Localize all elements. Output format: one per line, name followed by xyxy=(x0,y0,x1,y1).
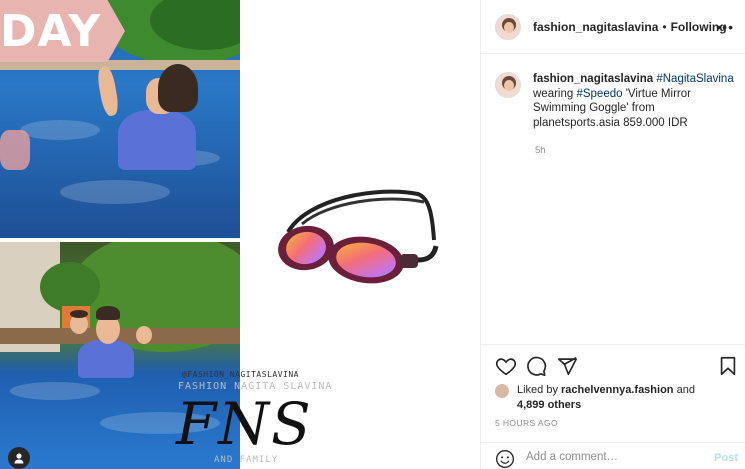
watermark-footer: AND FAMILY xyxy=(214,455,279,465)
likes-count[interactable]: 4,899 others xyxy=(517,399,581,411)
likes-summary: Liked by rachelvennya.fashion and 4,899 … xyxy=(495,383,707,412)
post-caption: fashion_nagitaslavina #NagitaSlavina wea… xyxy=(495,72,740,130)
watermark-handle: @FASHION_NAGITASLAVINA xyxy=(182,370,299,379)
comment-icon[interactable] xyxy=(525,355,547,377)
day-banner: DAY xyxy=(0,0,125,62)
watermark-monogram: FNS xyxy=(176,390,313,458)
caption-avatar[interactable] xyxy=(495,72,521,98)
post-side-panel: fashion_nagitaslavina • Following ••• fa… xyxy=(480,0,745,469)
day-banner-text: DAY xyxy=(0,6,102,57)
liker-avatar[interactable] xyxy=(495,384,509,398)
liked-by-and: and xyxy=(673,384,695,396)
user-tag-icon[interactable] xyxy=(8,447,30,469)
avatar[interactable] xyxy=(495,13,521,40)
emoji-icon[interactable] xyxy=(495,449,515,469)
liked-by-label: Liked by xyxy=(517,384,562,396)
post-header: fashion_nagitaslavina • Following ••• xyxy=(481,0,745,54)
caption-timestamp: 5h xyxy=(535,145,546,156)
caption-username[interactable]: fashion_nagitaslavina xyxy=(533,73,653,85)
post-timestamp: 5 HOURS AGO xyxy=(495,418,558,428)
header-separator: • xyxy=(662,19,667,34)
more-options-icon[interactable]: ••• xyxy=(716,19,734,35)
caption-text: fashion_nagitaslavina #NagitaSlavina wea… xyxy=(533,72,740,130)
post-comment-button[interactable]: Post xyxy=(714,452,738,464)
bookmark-icon[interactable] xyxy=(717,355,739,377)
goggle-product-image xyxy=(268,180,448,290)
header-username[interactable]: fashion_nagitaslavina xyxy=(533,20,658,34)
liked-by-user[interactable]: rachelvennya.fashion xyxy=(561,384,674,396)
caption-body: wearing xyxy=(533,87,577,100)
post-actions: Liked by rachelvennya.fashion and 4,899 … xyxy=(481,344,745,469)
heart-icon[interactable] xyxy=(495,355,517,377)
hashtag-link[interactable]: #NagitaSlavina xyxy=(656,73,733,85)
post-media[interactable]: DAY @FASHION_NAGITASLAVINA FASHION NAGIT… xyxy=(0,0,480,469)
comment-input[interactable] xyxy=(526,451,696,463)
likes-text: Liked by rachelvennya.fashion and 4,899 … xyxy=(517,383,707,412)
hashtag-link[interactable]: #Speedo xyxy=(576,88,622,100)
share-icon[interactable] xyxy=(556,355,578,377)
comment-bar: Post xyxy=(481,442,745,469)
